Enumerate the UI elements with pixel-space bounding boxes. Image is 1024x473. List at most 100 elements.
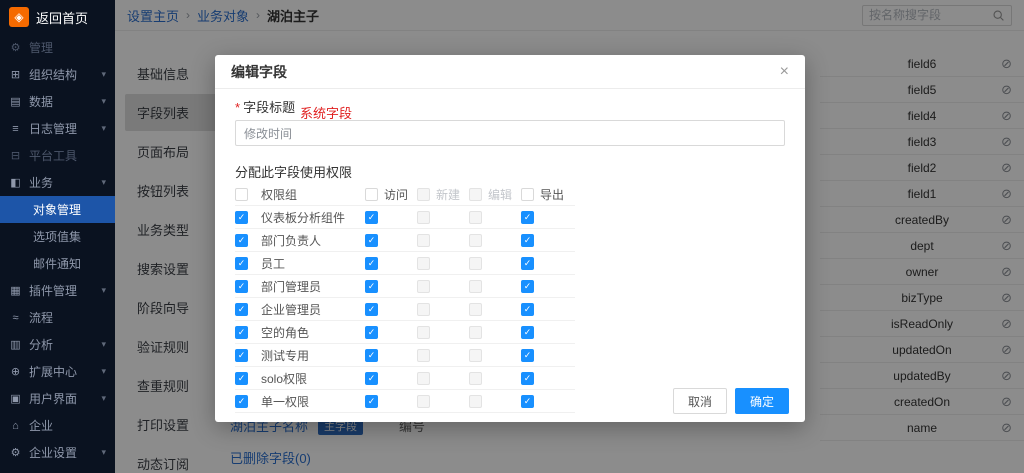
modal-footer: 取消 确定	[673, 388, 789, 414]
perm-col-edit-label: 编辑	[488, 186, 512, 203]
edit-checkbox	[469, 257, 482, 270]
sidebar-item-label: 企业	[29, 417, 53, 434]
select-all-checkbox[interactable]	[235, 188, 248, 201]
perm-col-export-label: 导出	[540, 186, 564, 203]
cancel-button[interactable]: 取消	[673, 388, 727, 414]
sidebar-item-label: 分析	[29, 336, 53, 353]
create-all-checkbox	[417, 188, 430, 201]
sidebar-item[interactable]: 对象管理	[0, 196, 115, 223]
sidebar-item[interactable]: 邮件通知	[0, 250, 115, 277]
visit-checkbox[interactable]	[365, 234, 378, 247]
sidebar-item-label: 对象管理	[33, 201, 81, 218]
sidebar-item[interactable]: ▣ 用户界面 ▾	[0, 385, 115, 412]
chevron-down-icon: ▾	[101, 285, 106, 296]
perm-col-visit-label: 访问	[384, 186, 408, 203]
row-select-checkbox[interactable]	[235, 303, 248, 316]
visit-checkbox[interactable]	[365, 280, 378, 293]
export-checkbox[interactable]	[521, 303, 534, 316]
sidebar: ◈ 返回首页 ⚙ 管理 ⊞ 组织结构 ▾ ▤ 数据 ▾ ≡	[0, 0, 115, 473]
sidebar-item-label: 组织结构	[29, 66, 77, 83]
back-home-label: 返回首页	[36, 8, 88, 27]
permission-table-header: 权限组 访问 新建 编辑 导出	[235, 184, 575, 206]
sidebar-item-icon: ▥	[9, 338, 22, 351]
export-checkbox[interactable]	[521, 234, 534, 247]
sidebar-item[interactable]: ◧ 业务 ▾	[0, 169, 115, 196]
export-checkbox[interactable]	[521, 395, 534, 408]
visit-checkbox[interactable]	[365, 395, 378, 408]
edit-checkbox	[469, 395, 482, 408]
sidebar-item[interactable]: ⊟ 平台工具	[0, 142, 115, 169]
sidebar-item[interactable]: ⊞ 组织结构 ▾	[0, 61, 115, 88]
visit-checkbox[interactable]	[365, 372, 378, 385]
sidebar-item-label: 管理	[29, 39, 53, 56]
edit-checkbox	[469, 280, 482, 293]
sidebar-item-icon: ⊞	[9, 68, 22, 81]
create-checkbox	[417, 349, 430, 362]
export-checkbox[interactable]	[521, 349, 534, 362]
sidebar-item[interactable]: ⊕ 扩展中心 ▾	[0, 358, 115, 385]
sidebar-item[interactable]: ▦ 插件管理 ▾	[0, 277, 115, 304]
row-select-checkbox[interactable]	[235, 326, 248, 339]
create-checkbox	[417, 234, 430, 247]
visit-all-checkbox[interactable]	[365, 188, 378, 201]
permission-row: 测试专用	[235, 344, 575, 367]
visit-checkbox[interactable]	[365, 211, 378, 224]
permission-row: 部门管理员	[235, 275, 575, 298]
sidebar-item-label: 邮件通知	[33, 255, 81, 272]
sidebar-item[interactable]: ⌂ 企业	[0, 412, 115, 439]
sidebar-item[interactable]: ≡ 日志管理 ▾	[0, 115, 115, 142]
permission-group-name: 测试专用	[261, 347, 365, 364]
edit-checkbox	[469, 372, 482, 385]
permission-group-name: 部门管理员	[261, 278, 365, 295]
permission-row: 部门负责人	[235, 229, 575, 252]
row-select-checkbox[interactable]	[235, 280, 248, 293]
sidebar-item[interactable]: ▤ 数据 ▾	[0, 88, 115, 115]
chevron-down-icon: ▾	[101, 69, 106, 80]
sidebar-item-label: 平台工具	[29, 147, 77, 164]
row-select-checkbox[interactable]	[235, 395, 248, 408]
sidebar-item[interactable]: ⚙ 管理	[0, 34, 115, 61]
ok-button[interactable]: 确定	[735, 388, 789, 414]
sidebar-item[interactable]: ▥ 分析 ▾	[0, 331, 115, 358]
row-select-checkbox[interactable]	[235, 257, 248, 270]
create-checkbox	[417, 326, 430, 339]
sidebar-item[interactable]: ◉ 系统安全	[0, 466, 115, 473]
chevron-down-icon: ▾	[101, 366, 106, 377]
export-checkbox[interactable]	[521, 372, 534, 385]
export-checkbox[interactable]	[521, 280, 534, 293]
edit-checkbox	[469, 349, 482, 362]
create-checkbox	[417, 257, 430, 270]
sidebar-item[interactable]: ≈ 流程	[0, 304, 115, 331]
visit-checkbox[interactable]	[365, 303, 378, 316]
close-icon[interactable]: ×	[780, 64, 789, 80]
field-title-input[interactable]	[235, 120, 785, 146]
sidebar-item-icon: ⌂	[9, 420, 22, 432]
export-checkbox[interactable]	[521, 211, 534, 224]
visit-checkbox[interactable]	[365, 257, 378, 270]
export-checkbox[interactable]	[521, 257, 534, 270]
sidebar-item[interactable]: 选项值集	[0, 223, 115, 250]
sidebar-item-icon: ▤	[9, 95, 22, 108]
sidebar-item-icon: ◧	[9, 176, 22, 189]
create-checkbox	[417, 395, 430, 408]
sidebar-item-label: 用户界面	[29, 390, 77, 407]
permission-row: solo权限	[235, 367, 575, 390]
permission-group-name: 部门负责人	[261, 232, 365, 249]
edit-checkbox	[469, 303, 482, 316]
perm-col-create-label: 新建	[436, 186, 460, 203]
sidebar-item[interactable]: ⚙ 企业设置 ▾	[0, 439, 115, 466]
row-select-checkbox[interactable]	[235, 234, 248, 247]
required-mark: *	[235, 100, 240, 115]
row-select-checkbox[interactable]	[235, 372, 248, 385]
sidebar-item-icon: ▦	[9, 284, 22, 297]
modal-header: 编辑字段 ×	[215, 55, 805, 89]
visit-checkbox[interactable]	[365, 349, 378, 362]
export-all-checkbox[interactable]	[521, 188, 534, 201]
export-checkbox[interactable]	[521, 326, 534, 339]
back-home-button[interactable]: ◈ 返回首页	[0, 0, 115, 34]
visit-checkbox[interactable]	[365, 326, 378, 339]
sidebar-item-icon: ≈	[9, 312, 22, 324]
row-select-checkbox[interactable]	[235, 211, 248, 224]
row-select-checkbox[interactable]	[235, 349, 248, 362]
permission-rows: 仪表板分析组件 部门负责人	[235, 206, 575, 413]
